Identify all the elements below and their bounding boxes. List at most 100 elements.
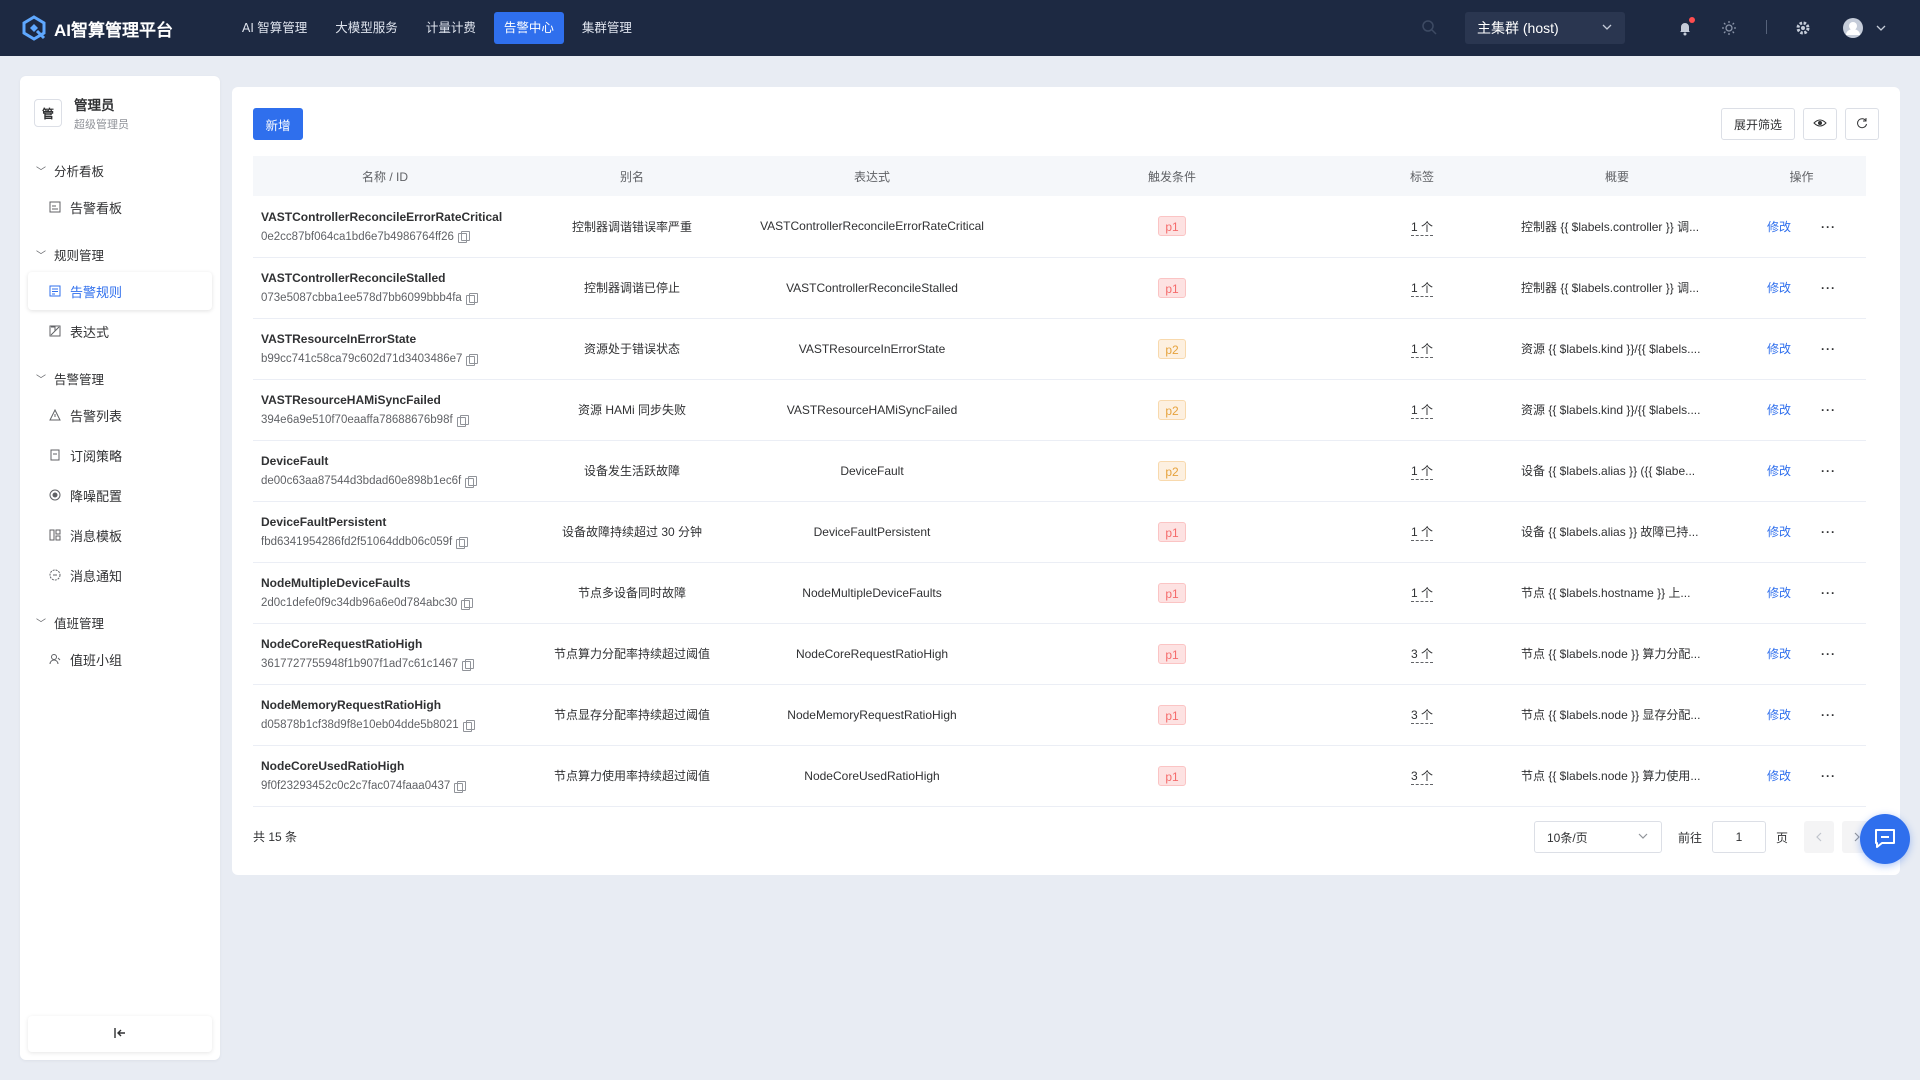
copy-icon[interactable] <box>465 475 478 488</box>
table-row[interactable]: VASTResourceInErrorState b99cc741c58ca79c… <box>253 318 1866 380</box>
chevron-down-icon[interactable] <box>1870 17 1892 39</box>
table-row[interactable]: NodeCoreRequestRatioHigh 3617727755948f1b… <box>253 623 1866 685</box>
prev-page-button[interactable] <box>1804 821 1834 853</box>
sidebar-item-alert-list[interactable]: 告警列表 <box>28 396 212 434</box>
table-row[interactable]: NodeMultipleDeviceFaults 2d0c1defe0f9c34d… <box>253 562 1866 624</box>
more-actions-icon[interactable]: ··· <box>1821 281 1836 295</box>
tags-count[interactable]: 1 个 <box>1410 219 1433 236</box>
sidebar-item-subscription[interactable]: 订阅策略 <box>28 436 212 474</box>
rule-name[interactable]: DeviceFaultPersistent <box>261 515 517 529</box>
more-actions-icon[interactable]: ··· <box>1821 525 1836 539</box>
copy-icon[interactable] <box>461 597 474 610</box>
table-row[interactable]: VASTControllerReconcileErrorRateCritical… <box>253 196 1866 258</box>
page-input[interactable]: 1 <box>1712 821 1766 853</box>
tags-count[interactable]: 1 个 <box>1410 342 1433 358</box>
sidebar-section-label: 分析看板 <box>54 164 105 179</box>
copy-icon[interactable] <box>457 231 470 244</box>
sidebar-item-alert-dashboard[interactable]: 告警看板 <box>28 188 212 226</box>
sidebar-section-rules[interactable]: ﹀ 规则管理 <box>20 238 220 270</box>
table-row[interactable]: DeviceFault de00c63aa87544d3bdad60e898b1e… <box>253 440 1866 502</box>
tags-count[interactable]: 3 个 <box>1410 647 1433 663</box>
more-actions-icon[interactable]: ··· <box>1821 769 1836 783</box>
copy-icon[interactable] <box>456 536 469 549</box>
rule-name[interactable]: NodeMemoryRequestRatioHigh <box>261 698 517 712</box>
more-actions-icon[interactable]: ··· <box>1821 708 1836 722</box>
tags-count[interactable]: 1 个 <box>1410 281 1433 297</box>
more-actions-icon[interactable]: ··· <box>1821 647 1836 661</box>
edit-link[interactable]: 修改 <box>1767 525 1791 539</box>
rule-name[interactable]: VASTControllerReconcileErrorRateCritical <box>261 210 517 224</box>
refresh-button[interactable] <box>1845 108 1879 140</box>
theme-sun-icon[interactable] <box>1718 17 1740 39</box>
edit-link[interactable]: 修改 <box>1767 647 1791 661</box>
tags-count[interactable]: 1 个 <box>1410 403 1433 419</box>
table-row[interactable]: NodeCoreUsedRatioHigh 9f0f23293452c0c2c7f… <box>253 745 1866 807</box>
edit-link[interactable]: 修改 <box>1767 769 1791 783</box>
sidebar-item-noise-reduction[interactable]: 降噪配置 <box>28 476 212 514</box>
table-row[interactable]: NodeMemoryRequestRatioHigh d05878b1cf38d9… <box>253 684 1866 746</box>
copy-icon[interactable] <box>466 353 479 366</box>
rule-name[interactable]: VASTResourceInErrorState <box>261 332 517 346</box>
edit-link[interactable]: 修改 <box>1767 220 1791 234</box>
tags-count[interactable]: 1 个 <box>1410 464 1433 480</box>
edit-link[interactable]: 修改 <box>1767 342 1791 356</box>
rule-name[interactable]: NodeCoreUsedRatioHigh <box>261 759 517 773</box>
table-row[interactable]: DeviceFaultPersistent fbd6341954286fd2f51… <box>253 501 1866 563</box>
copy-icon[interactable] <box>454 780 467 793</box>
cluster-select[interactable]: 主集群 (host) <box>1465 12 1625 44</box>
nav-billing[interactable]: 计量计费 <box>416 12 486 44</box>
edit-link[interactable]: 修改 <box>1767 403 1791 417</box>
view-columns-button[interactable] <box>1803 108 1837 140</box>
search-icon[interactable] <box>1420 18 1438 36</box>
edit-link[interactable]: 修改 <box>1767 708 1791 722</box>
more-actions-icon[interactable]: ··· <box>1821 342 1836 356</box>
nav-llm-service[interactable]: 大模型服务 <box>325 12 408 44</box>
edit-link[interactable]: 修改 <box>1767 586 1791 600</box>
summary-cell: 节点 {{ $labels.node }} 算力使用... <box>1497 745 1737 807</box>
table-row[interactable]: VASTControllerReconcileStalled 073e5087cb… <box>253 257 1866 319</box>
more-actions-icon[interactable]: ··· <box>1821 586 1836 600</box>
edit-link[interactable]: 修改 <box>1767 464 1791 478</box>
more-actions-icon[interactable]: ··· <box>1821 220 1836 234</box>
edit-link[interactable]: 修改 <box>1767 281 1791 295</box>
noise-icon <box>48 488 62 502</box>
rule-name[interactable]: VASTResourceHAMiSyncFailed <box>261 393 517 407</box>
sidebar-section-duty[interactable]: ﹀ 值班管理 <box>20 606 220 638</box>
more-actions-icon[interactable]: ··· <box>1821 403 1836 417</box>
nav-alert-center[interactable]: 告警中心 <box>493 12 564 44</box>
user-card: 管 管理员 超级管理员 <box>20 76 220 142</box>
chat-button[interactable] <box>1860 814 1910 864</box>
sidebar-item-duty-team[interactable]: 值班小组 <box>28 640 212 678</box>
copy-icon[interactable] <box>462 719 475 732</box>
table-row[interactable]: VASTResourceHAMiSyncFailed 394e6a9e510f70… <box>253 379 1866 441</box>
tags-count[interactable]: 1 个 <box>1410 525 1433 541</box>
copy-icon[interactable] <box>456 414 469 427</box>
tags-count[interactable]: 3 个 <box>1410 769 1433 785</box>
tags-count[interactable]: 1 个 <box>1410 586 1433 602</box>
avatar[interactable] <box>1842 17 1864 39</box>
more-actions-icon[interactable]: ··· <box>1821 464 1836 478</box>
sidebar-item-message-notification[interactable]: 消息通知 <box>28 556 212 594</box>
rule-name[interactable]: NodeCoreRequestRatioHigh <box>261 637 517 651</box>
copy-icon[interactable] <box>465 292 478 305</box>
rule-name[interactable]: NodeMultipleDeviceFaults <box>261 576 517 590</box>
rule-name[interactable]: DeviceFault <box>261 454 517 468</box>
sidebar-item-expressions[interactable]: 表达式 <box>28 312 212 350</box>
nav-cluster-management[interactable]: 集群管理 <box>572 12 642 44</box>
brand[interactable]: AI智算管理平台 <box>20 14 210 42</box>
nav-ai-compute[interactable]: AI 智算管理 <box>232 12 317 44</box>
sidebar-item-message-template[interactable]: 消息模板 <box>28 516 212 554</box>
sidebar-section-alert-management[interactable]: ﹀ 告警管理 <box>20 362 220 394</box>
sidebar-item-alert-rules[interactable]: 告警规则 <box>28 272 212 310</box>
tags-count[interactable]: 3 个 <box>1410 708 1433 724</box>
expand-filter-button[interactable]: 展开筛选 <box>1721 108 1795 140</box>
gear-icon[interactable] <box>1792 17 1814 39</box>
page-size-select[interactable]: 10条/页 <box>1534 821 1662 853</box>
bell-icon[interactable] <box>1674 17 1696 39</box>
rule-name[interactable]: VASTControllerReconcileStalled <box>261 271 517 285</box>
copy-icon[interactable] <box>461 658 474 671</box>
tags-cell: 3 个 <box>1347 684 1497 746</box>
sidebar-section-analytics[interactable]: ﹀ 分析看板 <box>20 154 220 186</box>
add-button[interactable]: 新增 <box>253 108 303 140</box>
collapse-sidebar-button[interactable] <box>28 1016 212 1052</box>
